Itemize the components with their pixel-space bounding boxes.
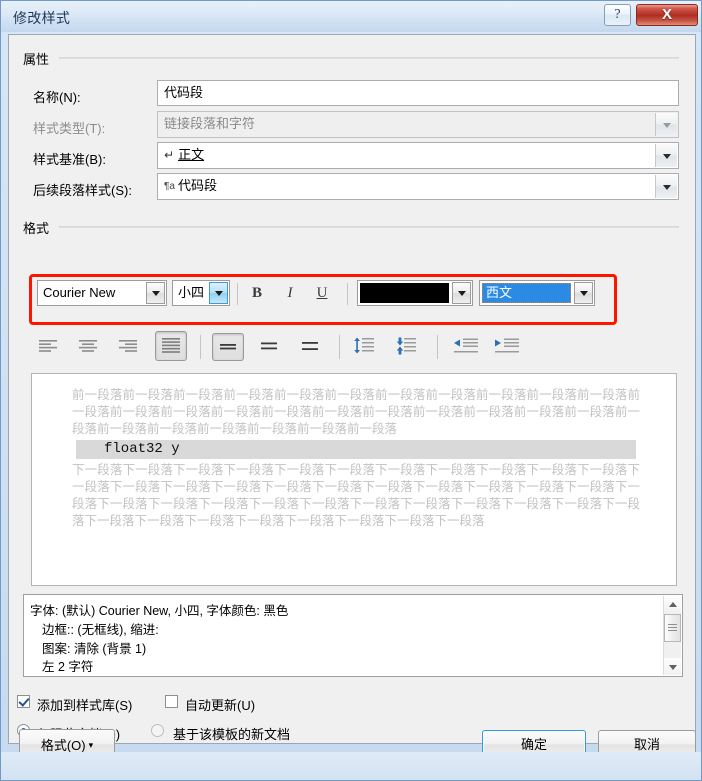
properties-group-label: 属性 [19,49,54,68]
checkbox-box[interactable] [165,695,178,708]
script-combo[interactable]: 西文 [479,280,595,306]
toolbar-separator-4 [339,335,340,359]
close-icon[interactable]: X [636,4,698,26]
preview-sample-line: float32 y [76,440,636,459]
align-left-icon[interactable] [33,333,63,359]
underline-label: U [316,285,328,301]
paragraph-mark-icon: ↵ [164,148,175,162]
chevron-down-icon[interactable] [146,282,165,304]
font-color-swatch [360,283,449,303]
modify-style-dialog: 修改样式 ? X 属性 名称(N): 代码段 样式类型(T): 链接段落和字符 … [0,0,702,781]
chevron-down-icon[interactable] [209,282,228,304]
name-label: 名称(N): [33,90,81,105]
preview-sample-text: float32 y [104,441,180,457]
chevron-down-icon: ▾ [88,740,94,750]
toolbar-separator [237,283,238,305]
chevron-down-icon[interactable] [574,282,593,304]
chevron-down-icon[interactable] [655,175,677,198]
style-based-on-combo[interactable]: ↵ 正文 [157,142,679,169]
font-name-combo[interactable]: Courier New [37,280,167,306]
auto-update-checkbox[interactable]: 自动更新(U) [165,695,255,714]
auto-update-label: 自动更新(U) [185,698,256,713]
toolbar-separator-2 [347,283,348,305]
decrease-indent-icon[interactable] [449,333,483,359]
add-to-gallery-checkbox[interactable]: 添加到样式库(S) [17,695,132,714]
checkbox-box[interactable] [17,695,30,708]
linked-style-icon: ¶a [164,181,175,192]
line-spacing-double-icon[interactable] [295,333,325,359]
space-before-icon[interactable] [349,333,379,359]
description-scrollbar[interactable] [663,596,681,675]
italic-label: I [287,285,293,301]
new-documents-template-label: 基于该模板的新文档 [173,727,291,742]
style-type-label: 样式类型(T): [33,121,106,136]
bold-button[interactable]: B [244,280,270,306]
style-preview: 前一段落前一段落前一段落前一段落前一段落前一段落前一段落前一段落前一段落前一段落… [31,373,677,586]
line-spacing-1-5-icon[interactable] [254,333,284,359]
description-line: 左 2 字符 [42,660,94,674]
properties-group-rule [59,57,679,59]
next-paragraph-style-combo[interactable]: ¶a 代码段 [157,173,679,200]
description-line: 字体: (默认) Courier New, 小四, 字体颜色: 黑色 [30,604,289,618]
italic-button[interactable]: I [277,280,303,306]
bold-label: B [251,285,262,301]
line-spacing-single-icon[interactable] [212,333,244,361]
format-group-rule [59,226,679,228]
add-to-gallery-label: 添加到样式库(S) [37,698,133,713]
dialog-footer-strip [1,752,701,780]
font-name-value: Courier New [43,285,116,300]
style-type-combo: 链接段落和字符 [157,111,679,138]
description-line: 图案: 清除 (背景 1) [42,642,147,656]
style-based-on-label: 样式基准(B): [33,152,106,167]
align-center-icon[interactable] [73,333,103,359]
description-line: 边框:: (无框线), 缩进: [42,623,159,637]
next-style-value: 代码段 [177,178,217,193]
radio-button[interactable] [151,724,164,737]
space-after-icon[interactable] [391,333,421,359]
scroll-up-icon[interactable] [664,596,681,613]
preview-before-text: 前一段落前一段落前一段落前一段落前一段落前一段落前一段落前一段落前一段落前一段落… [72,387,640,436]
font-color-combo[interactable] [357,280,473,306]
chevron-down-icon [655,113,677,136]
format-group-label: 格式 [19,218,54,237]
help-icon[interactable]: ? [604,4,631,26]
font-size-value: 小四 [178,285,205,300]
toolbar-separator-3 [200,335,201,359]
chevron-down-icon[interactable] [655,144,677,167]
style-description-box[interactable]: 字体: (默认) Courier New, 小四, 字体颜色: 黑色 边框:: … [23,594,683,677]
scroll-down-icon[interactable] [664,658,681,675]
title-bar: 修改样式 ? X [1,1,701,32]
underline-button[interactable]: U [309,280,335,306]
script-value: 西文 [482,283,571,303]
next-style-label: 后续段落样式(S): [33,183,132,198]
chevron-down-icon[interactable] [452,282,471,304]
scrollbar-thumb[interactable] [664,614,681,642]
align-justify-icon[interactable] [155,331,187,361]
dialog-client-area: 属性 名称(N): 代码段 样式类型(T): 链接段落和字符 样式基准(B): … [8,34,696,744]
style-type-value: 链接段落和字符 [164,116,256,131]
window-title: 修改样式 [13,10,71,26]
increase-indent-icon[interactable] [490,333,524,359]
preview-after-text: 下一段落下一段落下一段落下一段落下一段落下一段落下一段落下一段落下一段落下一段落… [72,462,640,528]
new-documents-template-radio[interactable]: 基于该模板的新文档 [151,724,290,743]
font-size-combo[interactable]: 小四 [172,280,230,306]
style-based-on-value: 正文 [178,147,205,162]
align-right-icon[interactable] [113,333,143,359]
toolbar-separator-5 [437,335,438,359]
format-button-label: 格式(O) [40,738,86,753]
style-name-input[interactable]: 代码段 [157,80,679,106]
